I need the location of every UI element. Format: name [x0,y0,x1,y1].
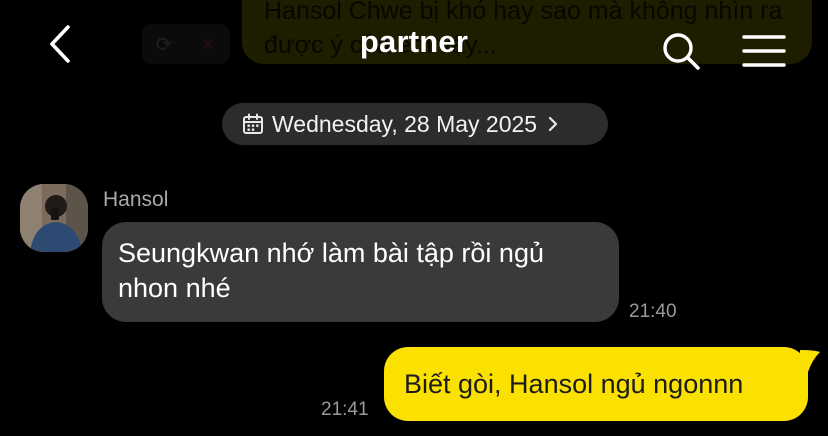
date-label: Wednesday, 28 May 2025 [272,110,538,137]
outgoing-message-bubble[interactable]: Biết gòi, Hansol ngủ ngonnn [384,347,808,421]
chat-title: partner [359,24,469,59]
search-button[interactable] [660,30,702,72]
chevron-right-icon [549,116,558,132]
incoming-message-bubble[interactable]: Seungkwan nhớ làm bài tập rồi ngủ nhon n… [102,222,619,322]
message-text: Biết gòi, Hansol ngủ ngonnn [404,369,744,399]
message-timestamp: 21:41 [321,399,369,420]
message-text: Seungkwan nhớ làm bài tập rồi ngủ nhon n… [118,238,544,303]
avatar[interactable] [20,184,88,252]
chat-header: partner [0,0,828,92]
menu-button[interactable] [742,34,786,68]
hamburger-menu-icon [742,35,786,67]
profile-photo [20,184,88,252]
message-timestamp: 21:40 [629,301,677,322]
date-divider[interactable]: Wednesday, 28 May 2025 [222,103,608,145]
search-icon [663,33,700,70]
back-button[interactable] [40,20,80,68]
sender-name: Hansol [103,188,169,211]
chat-screen: ⟳ ✕ Hansol Chwe bị khó hay sao mà không … [0,0,828,436]
calendar-icon [243,113,263,134]
chevron-left-icon [50,25,70,63]
